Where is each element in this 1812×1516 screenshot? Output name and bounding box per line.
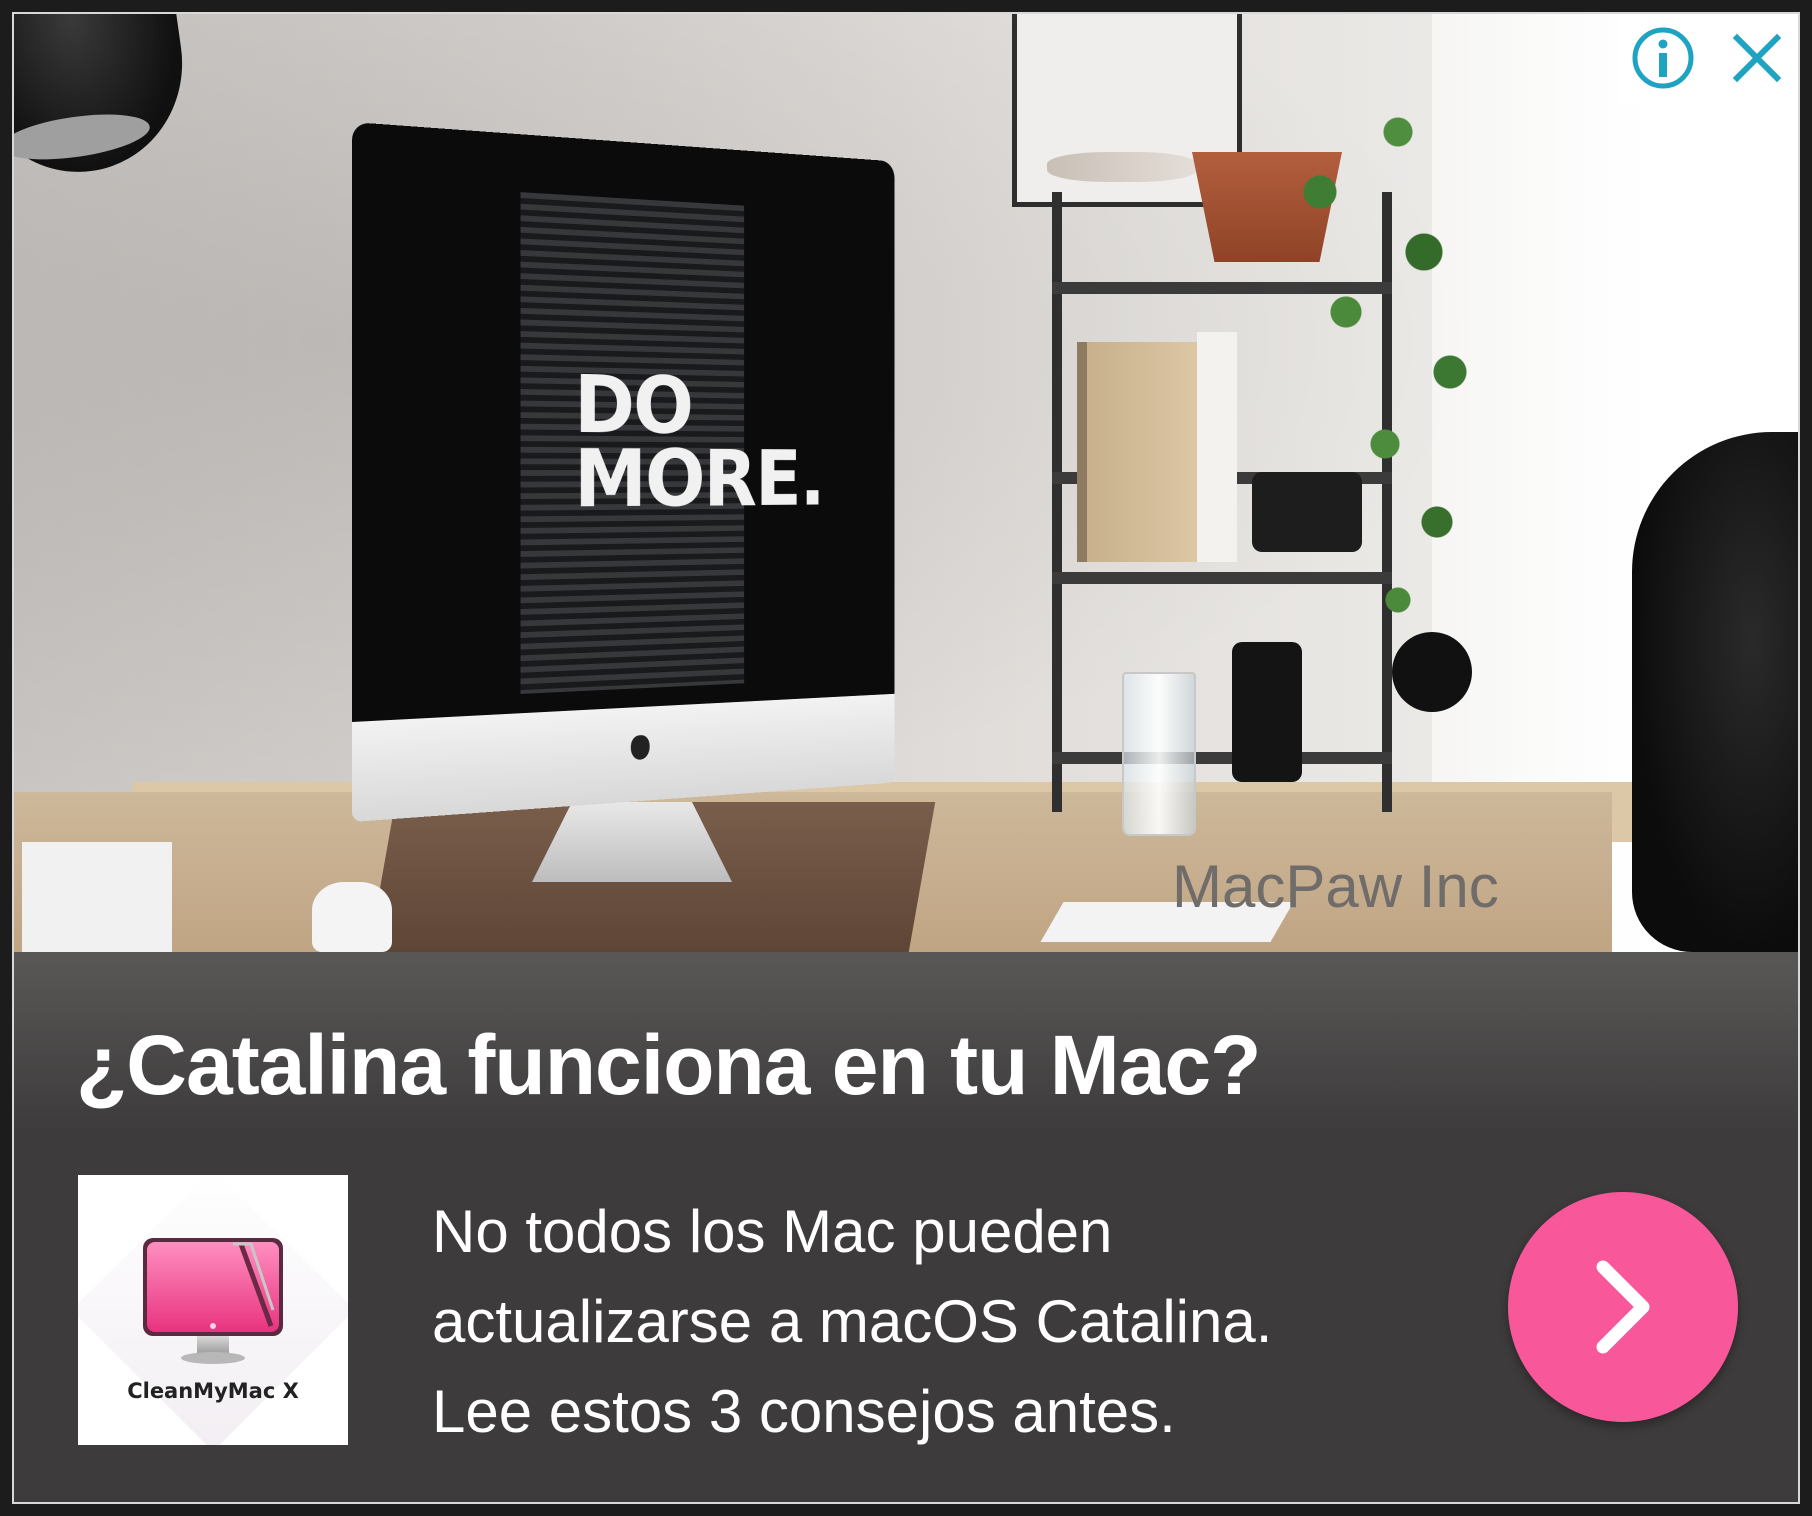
app-icon-tile[interactable]: CleanMyMac X <box>78 1175 348 1445</box>
ad-controls <box>1620 12 1800 104</box>
hanging-plant <box>1242 72 1502 672</box>
cta-button[interactable] <box>1508 1192 1738 1422</box>
chevron-right-icon <box>1596 1260 1650 1354</box>
ad-description[interactable]: No todos los Mac pueden actualizarse a m… <box>432 1187 1332 1457</box>
description-line: Lee estos 3 consejos antes. <box>432 1378 1176 1445</box>
ad-banner[interactable]: DO MORE. MacPaw Inc ¿Catalina funciona e… <box>0 0 1812 1516</box>
small-vase <box>312 882 392 952</box>
cleanmymac-monitor-icon <box>143 1238 283 1364</box>
ad-headline[interactable]: ¿Catalina funciona en tu Mac? <box>76 1017 1261 1114</box>
imac-computer: DO MORE. <box>352 122 895 822</box>
apple-logo-icon <box>630 734 650 761</box>
shelf-books <box>1077 342 1217 562</box>
close-icon <box>1732 33 1782 83</box>
photo-watermark: MacPaw Inc <box>1172 853 1499 920</box>
ad-info-button[interactable] <box>1620 12 1706 104</box>
water-glass <box>1122 672 1196 836</box>
shelf-binder <box>1197 332 1237 562</box>
pen-holder <box>22 842 172 952</box>
screen-text-line: MORE. <box>574 431 824 526</box>
description-line: actualizarse a macOS Catalina. <box>432 1288 1273 1355</box>
headphones <box>1392 632 1472 712</box>
description-line: No todos los Mac pueden <box>432 1198 1113 1265</box>
office-chair <box>1632 432 1800 952</box>
ad-close-button[interactable] <box>1714 12 1800 104</box>
phone-on-stand <box>1232 642 1302 782</box>
app-name: CleanMyMac X <box>127 1379 299 1403</box>
screen-text: DO MORE. <box>574 358 824 526</box>
imac-screen: DO MORE. <box>352 122 895 722</box>
info-icon <box>1632 27 1694 89</box>
hero-photo[interactable]: DO MORE. MacPaw Inc <box>12 12 1800 952</box>
